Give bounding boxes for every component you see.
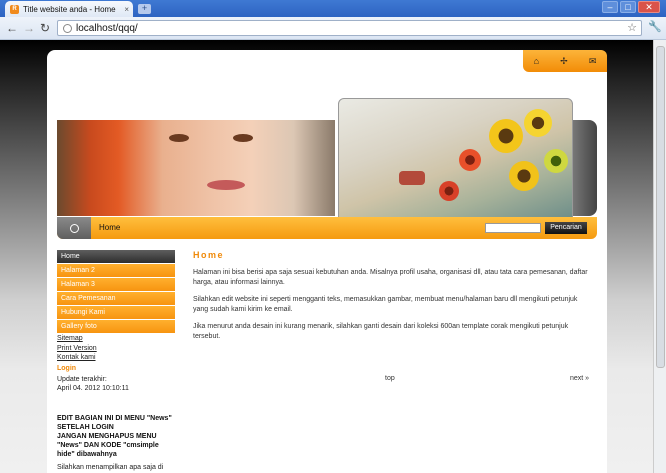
next-link[interactable]: next » xyxy=(570,375,589,382)
banner-side-strip xyxy=(573,120,597,216)
news-line: SETELAH LOGIN xyxy=(57,424,114,431)
search-button[interactable]: Pencarian xyxy=(545,222,587,234)
banner-flower xyxy=(439,181,459,201)
update-label: Update terakhir: xyxy=(57,376,107,383)
sidebar-item-cara-pemesanan[interactable]: Cara Pemesanan xyxy=(57,292,175,305)
url-text[interactable]: localhost/qqq/ xyxy=(76,23,138,34)
login-link[interactable]: Login xyxy=(57,365,76,372)
banner-flower xyxy=(544,149,568,173)
main-content: Home Halaman ini bisa berisi apa saja se… xyxy=(193,250,593,349)
browser-toolbar: ← → ↻ localhost/qqq/ ☆ 🔧 xyxy=(0,17,666,40)
back-button[interactable]: ← xyxy=(6,21,18,35)
banner-eye-left xyxy=(169,134,189,142)
scrollbar-thumb[interactable] xyxy=(656,46,665,368)
close-window-button[interactable]: ✕ xyxy=(638,1,660,13)
sidebar-item-halaman-2[interactable]: Halaman 2 xyxy=(57,264,175,277)
content-paragraph: Jika menurut anda desain ini kurang mena… xyxy=(193,323,569,340)
mail-icon[interactable]: ✉ xyxy=(589,56,597,67)
minimize-button[interactable]: – xyxy=(602,1,618,13)
browser-tab[interactable]: R Title website anda - Home × xyxy=(5,1,133,17)
content-paragraph: Halaman ini bisa berisi apa saja sesuai … xyxy=(193,269,588,286)
banner-eye-right xyxy=(233,134,253,142)
banner-image-face xyxy=(57,120,335,216)
banner-flower xyxy=(509,161,539,191)
news-heading: EDIT BAGIAN INI DI MENU "News" SETELAH L… xyxy=(57,414,177,459)
print-version-link[interactable]: Print Version xyxy=(57,344,97,354)
vertical-scrollbar[interactable] xyxy=(653,40,666,473)
maximize-button[interactable]: □ xyxy=(620,1,636,13)
close-tab-icon[interactable]: × xyxy=(124,5,129,14)
reload-button[interactable]: ↻ xyxy=(40,21,50,35)
banner-flower xyxy=(489,119,523,153)
sidebar-item-halaman-3[interactable]: Halaman 3 xyxy=(57,278,175,291)
sidebar-menu: Home Halaman 2 Halaman 3 Cara Pemesanan … xyxy=(57,250,175,334)
wrench-icon[interactable]: 🔧 xyxy=(648,20,662,33)
news-text: Silahkan menampilkan apa saja di xyxy=(57,464,164,471)
sitemap-link[interactable]: Sitemap xyxy=(57,334,97,344)
search-input[interactable] xyxy=(485,223,541,233)
sidebar-item-hubungi-kami[interactable]: Hubungi Kami xyxy=(57,306,175,319)
forward-button[interactable]: → xyxy=(23,21,35,35)
website-page: ⌂ ✢ ✉ Home Pencarian Home Halaman 2 Hala… xyxy=(47,50,607,473)
home-icon[interactable]: ⌂ xyxy=(534,56,539,66)
top-icon-bar: ⌂ ✢ ✉ xyxy=(523,50,607,72)
kontak-kami-link[interactable]: Kontak kami xyxy=(57,353,97,363)
nav-circle-icon xyxy=(57,217,91,239)
news-line: "News" DAN KODE "cmsimple xyxy=(57,442,159,449)
sidebar-links: Sitemap Print Version Kontak kami xyxy=(57,334,97,363)
news-line: EDIT BAGIAN INI DI MENU "News" xyxy=(57,415,172,422)
news-line: JANGAN MENGHAPUS MENU xyxy=(57,433,157,440)
title-bar: R Title website anda - Home × + – □ ✕ xyxy=(0,0,666,17)
sitemap-icon[interactable]: ✢ xyxy=(560,56,568,67)
sidebar-item-home[interactable]: Home xyxy=(57,250,175,263)
top-link[interactable]: top xyxy=(385,375,395,382)
bookmark-star-icon[interactable]: ☆ xyxy=(627,21,637,35)
content-paragraph: Silahkan edit website ini seperti mengga… xyxy=(193,296,578,313)
news-line: hide" dibawahnya xyxy=(57,451,117,458)
update-date: April 04. 2012 10:10:11 xyxy=(57,385,129,392)
banner-lips xyxy=(207,180,245,190)
address-bar[interactable]: localhost/qqq/ ☆ xyxy=(57,20,642,36)
main-nav-bar: Home Pencarian xyxy=(57,217,597,239)
page-title: Home xyxy=(193,250,225,260)
favicon-icon: R xyxy=(10,4,19,14)
banner-flower xyxy=(399,171,425,185)
banner-flower xyxy=(524,109,552,137)
new-tab-button[interactable]: + xyxy=(138,4,151,14)
page-viewport: ⌂ ✢ ✉ Home Pencarian Home Halaman 2 Hala… xyxy=(0,40,666,473)
sidebar-item-gallery-foto[interactable]: Gallery foto xyxy=(57,320,175,333)
banner-flower xyxy=(459,149,481,171)
tab-title: Title website anda - Home xyxy=(23,4,116,14)
banner-image-flowers xyxy=(338,98,573,218)
page-icon xyxy=(63,23,72,33)
nav-home-link[interactable]: Home xyxy=(99,223,120,232)
